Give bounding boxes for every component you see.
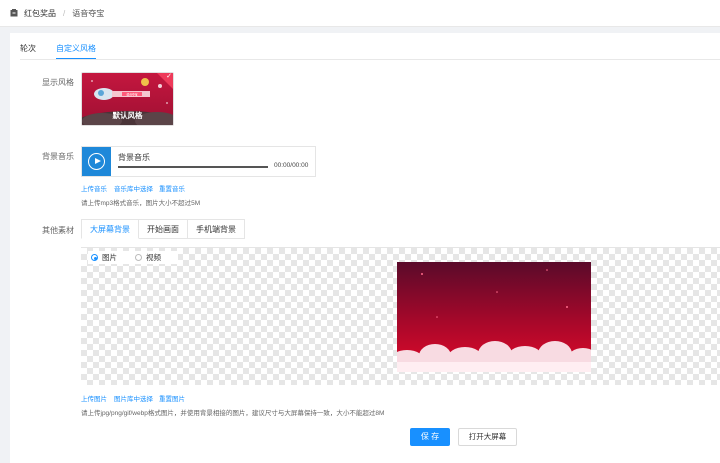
bgm-hint: 请上传mp3格式音乐，图片大小不超过5M: [81, 200, 201, 207]
style-card-default[interactable]: 语音夺宝 默认风格 ✓: [81, 72, 174, 126]
upload-music-link[interactable]: 上传音乐: [81, 183, 107, 193]
radio-image[interactable]: [91, 254, 98, 261]
subtab-mobile-bg[interactable]: 手机端背景: [188, 219, 245, 239]
subtab-start-screen[interactable]: 开始画面: [139, 219, 188, 239]
material-subtabs: 大屏幕背景 开始画面 手机端背景: [81, 219, 245, 239]
play-button[interactable]: [82, 147, 111, 176]
bgm-label: 背景音乐: [42, 152, 74, 161]
audio-title: 背景音乐: [118, 153, 150, 162]
radio-video-label[interactable]: 视频: [146, 252, 161, 263]
radio-image-label[interactable]: 图片: [102, 252, 117, 263]
subtab-big-screen-bg[interactable]: 大屏幕背景: [81, 219, 139, 239]
breadcrumb-item-prizes[interactable]: 红包奖品: [24, 8, 56, 19]
tab-rounds[interactable]: 轮次: [20, 43, 36, 60]
music-library-link[interactable]: 音乐库中选择: [114, 183, 153, 193]
breadcrumb-item-current: 语音夺宝: [72, 8, 105, 18]
tab-divider: [20, 59, 720, 60]
main-tabs: 轮次 自定义风格: [20, 43, 116, 60]
style-card-caption: 默认风格: [112, 111, 143, 120]
breadcrumb-separator: /: [63, 8, 66, 18]
check-icon: ✓: [166, 73, 172, 80]
style-card-banner-text: 语音夺宝: [126, 92, 137, 96]
open-big-screen-button[interactable]: 打开大屏幕: [458, 428, 517, 446]
audio-player: 背景音乐 00:00/00:00: [81, 146, 316, 177]
image-library-link[interactable]: 图片库中选择: [114, 393, 153, 403]
upload-image-link[interactable]: 上传图片: [81, 393, 107, 403]
reset-image-link[interactable]: 重置图片: [159, 393, 185, 403]
display-style-label: 显示风格: [42, 78, 74, 87]
audio-time: 00:00/00:00: [274, 162, 309, 169]
breadcrumb-bar: 红包奖品 / 语音夺宝: [0, 0, 720, 27]
home-icon: [10, 9, 18, 17]
tab-custom-style[interactable]: 自定义风格: [56, 43, 96, 60]
material-hint: 请上传jpg/png/gif/webp格式图片，并使用背景相接的图片，建议尺寸与…: [81, 410, 385, 417]
play-icon: [88, 153, 105, 170]
audio-progress-track[interactable]: [118, 166, 268, 168]
save-button[interactable]: 保 存: [410, 428, 450, 446]
other-material-label: 其他素材: [42, 226, 74, 235]
media-type-radio-group: 图片 视频: [88, 251, 178, 264]
background-preview-image: [397, 262, 591, 372]
reset-music-link[interactable]: 重置音乐: [159, 183, 185, 193]
radio-video[interactable]: [135, 254, 142, 261]
main-panel: 轮次 自定义风格 显示风格 语音夺宝 默认风格 ✓ 背景音乐 背景音乐 00:0…: [10, 33, 720, 463]
